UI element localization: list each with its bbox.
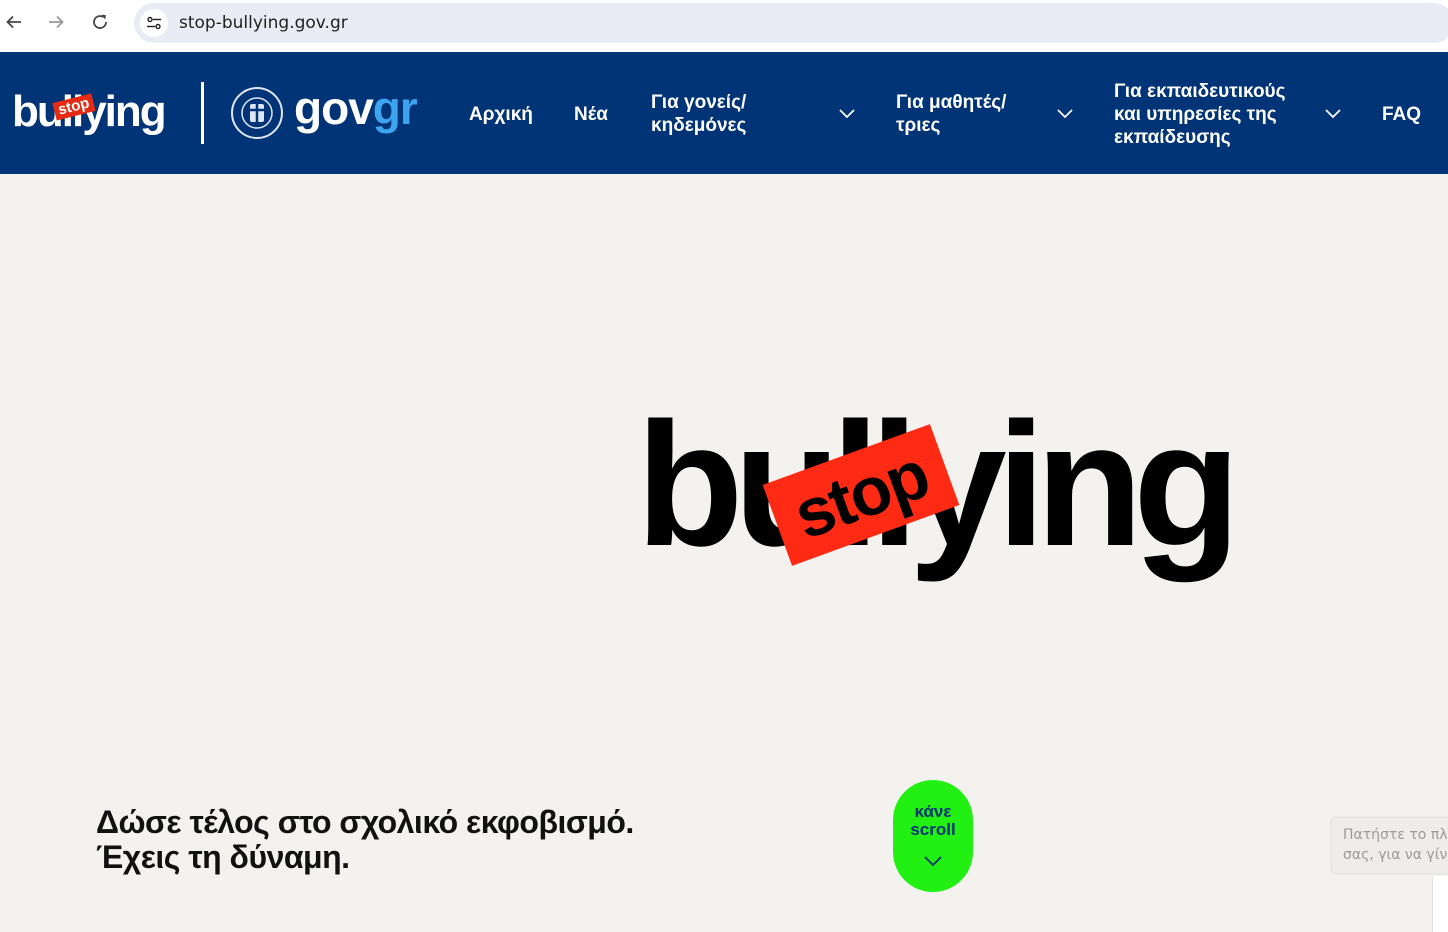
reload-button[interactable]: [86, 8, 114, 36]
nav-item-news[interactable]: Νέα: [574, 103, 608, 126]
tagline-line2: Έχεις τη δύναμη.: [96, 839, 350, 875]
site-info-button[interactable]: [140, 9, 168, 37]
nav-item-students[interactable]: Για μαθητές/ τριες: [896, 91, 1006, 137]
tip-line2: σας, για να γίνε: [1343, 847, 1448, 863]
stop-bullying-logo[interactable]: bullying stop: [12, 84, 182, 140]
forward-button[interactable]: [42, 8, 70, 36]
nav-item-home[interactable]: Αρχική: [469, 103, 533, 126]
chevron-down-icon[interactable]: [838, 104, 856, 122]
arrow-left-icon: [6, 15, 21, 29]
govgr-logo-gov: gov: [294, 82, 374, 134]
nav-item-faq[interactable]: FAQ: [1382, 103, 1421, 126]
tune-icon: [147, 16, 161, 30]
nav-item-parents-line2: κηδεμόνες: [651, 115, 747, 136]
chevron-down-icon[interactable]: [1324, 104, 1342, 122]
greek-emblem-icon: [231, 87, 283, 139]
nav-item-students-line2: τριες: [896, 115, 941, 136]
nav-item-educators-line2: και υπηρεσίες της: [1114, 104, 1277, 125]
nav-item-students-line1: Για μαθητές/: [896, 92, 1007, 113]
accessibility-tip[interactable]: Πατήστε το πλ σας, για να γίνε: [1332, 818, 1448, 873]
chevron-down-icon[interactable]: [1056, 104, 1074, 122]
site-header: bullying stop govgr Αρχική Νέα Για γονεί…: [0, 52, 1448, 174]
nav-item-educators-line3: εκπαίδευσης: [1114, 127, 1231, 148]
govgr-logo[interactable]: govgr: [294, 80, 418, 136]
nav-item-educators-line1: Για εκπαιδευτικούς: [1114, 81, 1286, 102]
scrollbar[interactable]: [1432, 876, 1448, 932]
nav-item-parents[interactable]: Για γονείς/ κηδεμόνες: [651, 91, 746, 137]
tip-line1: Πατήστε το πλ: [1343, 827, 1448, 843]
scroll-down-button[interactable]: κάνε scroll: [893, 780, 973, 892]
arrow-right-icon: [49, 15, 64, 29]
back-button[interactable]: [0, 8, 28, 36]
address-bar[interactable]: stop-bullying.gov.gr: [134, 3, 1448, 43]
tagline-line1: Δώσε τέλος στο σχολικό εκφοβισμό.: [96, 804, 634, 840]
url-text[interactable]: stop-bullying.gov.gr: [179, 13, 348, 33]
logo-divider: [201, 82, 204, 144]
chevron-down-icon: [924, 856, 942, 867]
reload-icon: [93, 14, 107, 29]
hero-tagline: Δώσε τέλος στο σχολικό εκφοβισμό. Έχεις …: [96, 805, 634, 875]
browser-toolbar: stop-bullying.gov.gr: [0, 0, 1448, 52]
scroll-label-line2: scroll: [910, 820, 956, 839]
govgr-logo-gr: gr: [372, 82, 418, 134]
nav-item-parents-line1: Για γονείς/: [651, 92, 747, 113]
nav-item-educators[interactable]: Για εκπαιδευτικούς και υπηρεσίες της εκπ…: [1114, 80, 1286, 149]
hero-stop-bullying-logo: bullying stop: [636, 390, 1241, 590]
scroll-label-line1: κάνε: [914, 802, 952, 821]
